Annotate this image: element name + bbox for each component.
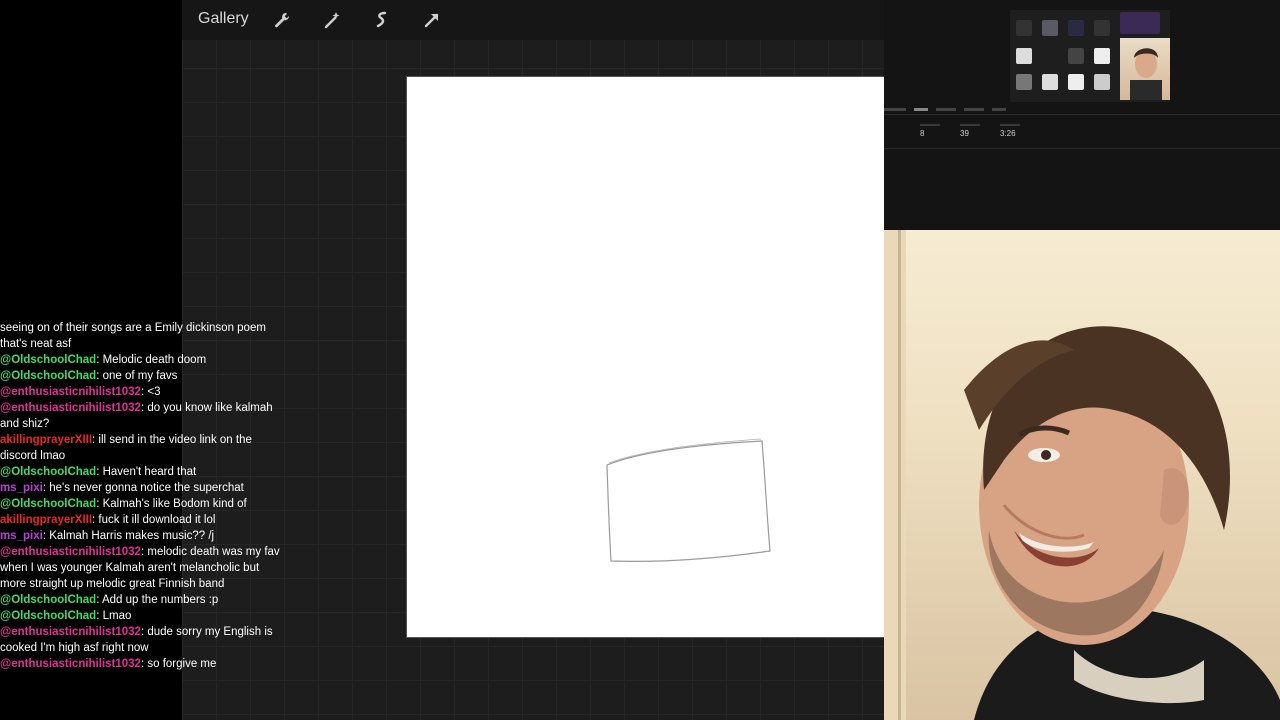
chat-username[interactable]: @enthusiasticnihilist1032	[0, 402, 141, 414]
chat-message: @enthusiasticnihilist1032: <3	[0, 384, 280, 400]
webcam-feed	[884, 230, 1280, 720]
chat-text: : Melodic death doom	[96, 354, 207, 366]
chat-message: @enthusiasticnihilist1032: dude sorry my…	[0, 624, 280, 656]
procreate-toolbar: Gallery	[182, 0, 884, 40]
chat-message: @enthusiasticnihilist1032: melodic death…	[0, 544, 280, 592]
thumbnail	[1042, 20, 1058, 36]
chat-message: akillingprayerXIII: ill send in the vide…	[0, 432, 280, 464]
sketch-rectangle	[606, 438, 771, 562]
chat-text: : Haven't heard that	[96, 466, 197, 478]
chat-message: akillingprayerXIII: fuck it ill download…	[0, 512, 280, 528]
gallery-button[interactable]: Gallery	[198, 10, 249, 28]
chat-username[interactable]: @OldschoolChad	[0, 466, 96, 478]
thumbnail	[1094, 20, 1110, 36]
chat-text: : Add up the numbers :p	[96, 594, 219, 606]
chat-message: @OldschoolChad: Add up the numbers :p	[0, 592, 280, 608]
stat-value: 39	[960, 124, 980, 138]
procreate-canvas-area: Gallery	[182, 0, 884, 720]
thumbnail	[1068, 20, 1084, 36]
chat-text: : <3	[140, 386, 161, 398]
thumbnail	[1042, 74, 1058, 90]
chat-username[interactable]: @enthusiasticnihilist1032	[0, 626, 141, 638]
chat-text: : he's never gonna notice the superchat	[42, 482, 244, 494]
chat-message: @OldschoolChad: Haven't heard that	[0, 464, 280, 480]
mini-webcam-thumbnail	[1120, 38, 1170, 100]
streamer-portrait	[884, 230, 1280, 720]
chat-text: : Kalmah's like Bodom kind of	[96, 498, 247, 510]
chat-text: : Kalmah Harris makes music?? /j	[42, 530, 215, 542]
chat-username[interactable]: akillingprayerXIII	[0, 514, 92, 526]
chat-username[interactable]: @OldschoolChad	[0, 498, 96, 510]
chat-message: @enthusiasticnihilist1032: do you know l…	[0, 400, 280, 432]
chat-username[interactable]: @OldschoolChad	[0, 610, 96, 622]
chat-message: @OldschoolChad: Kalmah's like Bodom kind…	[0, 496, 280, 512]
thumbnail	[1068, 74, 1084, 90]
preview-tabs	[884, 106, 1280, 115]
chat-username[interactable]: ms_pixi	[0, 530, 43, 542]
chat-message: seeing on of their songs are a Emily dic…	[0, 320, 280, 352]
drawing-canvas[interactable]	[406, 76, 884, 638]
chat-username[interactable]: @enthusiasticnihilist1032	[0, 546, 141, 558]
stream-chat: seeing on of their songs are a Emily dic…	[0, 320, 280, 720]
chat-message: @OldschoolChad: Melodic death doom	[0, 352, 280, 368]
thumbnail	[1094, 48, 1110, 64]
chat-username[interactable]: ms_pixi	[0, 482, 43, 494]
chat-text: : so forgive me	[140, 658, 217, 670]
thumbnail	[1094, 74, 1110, 90]
chat-message: ms_pixi: Kalmah Harris makes music?? /j	[0, 528, 280, 544]
thumbnail	[1068, 48, 1084, 64]
thumbnail	[1016, 48, 1032, 64]
stat-value: 3:26	[1000, 124, 1020, 138]
chat-text: seeing on of their songs are a Emily dic…	[0, 322, 266, 350]
chat-message: ms_pixi: he's never gonna notice the sup…	[0, 480, 280, 496]
magic-wand-icon[interactable]	[322, 10, 342, 30]
chat-username[interactable]: @OldschoolChad	[0, 354, 96, 366]
chat-username[interactable]: @enthusiasticnihilist1032	[0, 658, 141, 670]
thumbnail	[1016, 20, 1032, 36]
stat-value: 8	[920, 124, 940, 138]
wrench-icon[interactable]	[272, 10, 292, 30]
chat-username[interactable]: @OldschoolChad	[0, 594, 96, 606]
chat-text: : one of my favs	[96, 370, 178, 382]
transform-arrow-icon[interactable]	[422, 10, 442, 30]
chat-message: @OldschoolChad: one of my favs	[0, 368, 280, 384]
chat-username[interactable]: akillingprayerXIII	[0, 434, 92, 446]
chat-message: @OldschoolChad: Lmao	[0, 608, 280, 624]
selection-icon[interactable]	[372, 10, 392, 30]
chat-text: : fuck it ill download it lol	[92, 514, 216, 526]
thumbnail	[1016, 74, 1032, 90]
chat-message: @enthusiasticnihilist1032: so forgive me	[0, 656, 280, 672]
screen-capture-preview: 8 39 3:26	[884, 0, 1280, 230]
chat-username[interactable]: @enthusiasticnihilist1032	[0, 386, 141, 398]
chat-text: : Lmao	[96, 610, 132, 622]
thumbnail	[1120, 12, 1160, 34]
chat-username[interactable]: @OldschoolChad	[0, 370, 96, 382]
